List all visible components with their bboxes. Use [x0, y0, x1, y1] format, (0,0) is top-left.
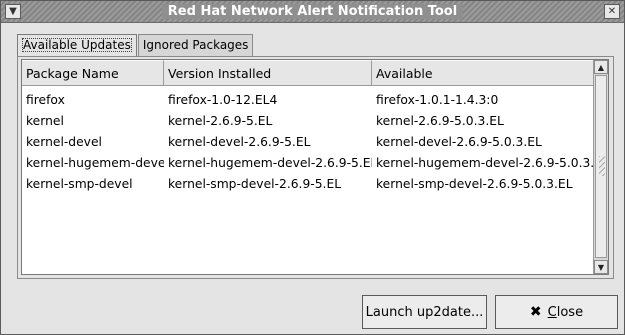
scroll-down-button[interactable]: ▼ — [594, 260, 608, 274]
package-name-cell: kernel — [26, 114, 64, 128]
table-row[interactable]: firefox firefox-1.0-12.EL4 firefox-1.0.1… — [22, 90, 594, 111]
available-version-cell: kernel-hugemem-devel-2.6.9-5.0.3.EL — [376, 156, 594, 170]
vertical-scrollbar[interactable]: ▲ ▼ — [593, 60, 608, 274]
table-row[interactable]: kernel-hugemem-devel kernel-hugemem-deve… — [22, 153, 594, 174]
arrow-down-icon: ▼ — [597, 262, 605, 272]
package-name-cell: kernel-devel — [26, 135, 102, 149]
version-installed-cell: kernel-smp-devel-2.6.9-5.EL — [168, 177, 342, 191]
available-version-cell: kernel-devel-2.6.9-5.0.3.EL — [376, 135, 542, 149]
close-icon: ✕ — [607, 5, 617, 17]
column-header-package-name[interactable]: Package Name — [22, 60, 164, 86]
list-header: Package Name Version Installed Available — [22, 60, 594, 86]
launch-up2date-button[interactable]: Launch up2date... — [362, 295, 487, 329]
package-name-cell: firefox — [26, 93, 65, 107]
title-bar[interactable]: ▼ Red Hat Network Alert Notification Too… — [1, 1, 624, 23]
tab-available-updates[interactable]: Available Updates — [17, 34, 137, 57]
version-installed-cell: kernel-2.6.9-5.EL — [168, 114, 273, 128]
tab-bar: Available Updates Ignored Packages — [17, 34, 254, 57]
close-button[interactable]: ✖ Close — [495, 295, 618, 329]
column-header-version-installed[interactable]: Version Installed — [164, 60, 372, 86]
tab-ignored-packages[interactable]: Ignored Packages — [137, 34, 254, 56]
column-header-available[interactable]: Available — [372, 60, 594, 86]
list-rows: firefox firefox-1.0-12.EL4 firefox-1.0.1… — [22, 90, 594, 195]
window-close-button[interactable]: ✕ — [604, 4, 620, 19]
version-installed-cell: kernel-hugemem-devel-2.6.9-5.EL — [168, 156, 372, 170]
scroll-up-button[interactable]: ▲ — [594, 60, 608, 74]
package-name-cell: kernel-hugemem-devel — [26, 156, 164, 170]
close-icon: ✖ — [529, 304, 542, 320]
available-version-cell: firefox-1.0.1-1.4.3:0 — [376, 93, 499, 107]
available-version-cell: kernel-smp-devel-2.6.9-5.0.3.EL — [376, 177, 573, 191]
alert-notification-window: ▼ Red Hat Network Alert Notification Too… — [0, 0, 625, 335]
version-installed-cell: firefox-1.0-12.EL4 — [168, 93, 278, 107]
launch-up2date-label: Launch up2date... — [365, 304, 484, 320]
updates-list: Package Name Version Installed Available… — [21, 59, 609, 275]
grip-icon — [599, 156, 605, 176]
package-name-cell: kernel-smp-devel — [26, 177, 133, 191]
arrow-up-icon: ▲ — [597, 62, 605, 72]
table-row[interactable]: kernel-smp-devel kernel-smp-devel-2.6.9-… — [22, 174, 594, 195]
tab-panel: Package Name Version Installed Available… — [17, 56, 614, 279]
tab-available-updates-label: Available Updates — [22, 38, 132, 52]
window-title: Red Hat Network Alert Notification Tool — [161, 4, 464, 19]
table-row[interactable]: kernel kernel-2.6.9-5.EL kernel-2.6.9-5.… — [22, 111, 594, 132]
scrollbar-thumb[interactable] — [595, 75, 607, 258]
close-label: Close — [547, 304, 584, 320]
available-version-cell: kernel-2.6.9-5.0.3.EL — [376, 114, 504, 128]
tab-ignored-packages-label: Ignored Packages — [142, 38, 249, 52]
table-row[interactable]: kernel-devel kernel-devel-2.6.9-5.EL ker… — [22, 132, 594, 153]
version-installed-cell: kernel-devel-2.6.9-5.EL — [168, 135, 311, 149]
